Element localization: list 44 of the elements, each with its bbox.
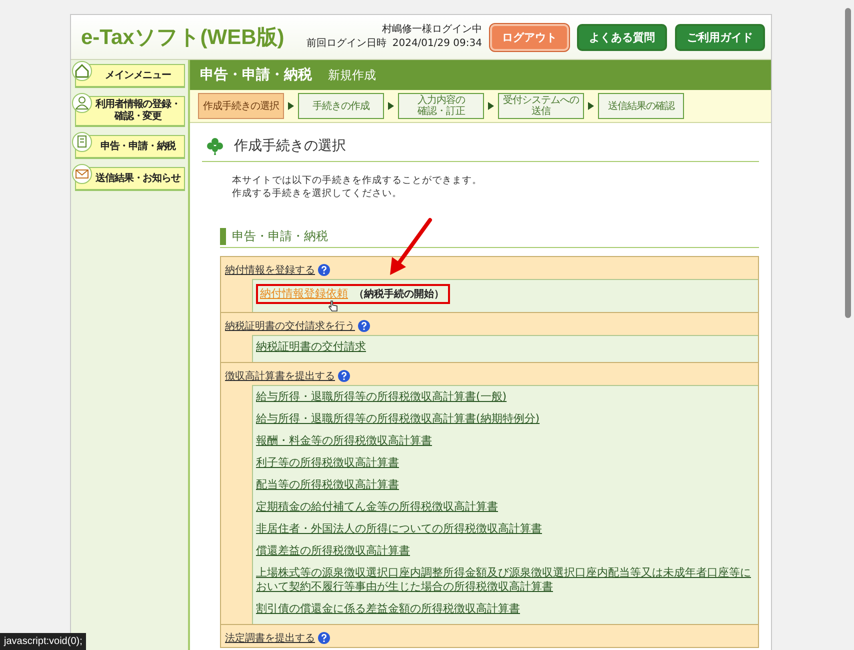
- page-title: 申告・申請・納税: [200, 66, 312, 84]
- procedure-link[interactable]: 配当等の所得税徴収高計算書: [256, 478, 399, 492]
- sidebar-menu-button[interactable]: 申告・申請・納税: [75, 135, 185, 159]
- sidebar-menu-button[interactable]: メインメニュー: [75, 64, 185, 88]
- progress-step: 入力内容の 確認・訂正: [398, 93, 484, 119]
- section-title: 作成手続きの選択: [234, 137, 346, 155]
- procedure-group-link[interactable]: 法定調書を提出する: [225, 631, 315, 645]
- clover-icon: [206, 137, 224, 155]
- sidebar-menu-button[interactable]: 送信結果・お知らせ: [75, 167, 185, 191]
- procedure-group-link[interactable]: 納税証明書の交付請求を行う: [225, 319, 355, 333]
- site-logo: e-Taxソフト(WEB版): [81, 25, 284, 51]
- category-heading: 申告・申請・納税: [220, 228, 328, 245]
- help-icon[interactable]: [338, 370, 350, 382]
- header-nav-button[interactable]: ご利用ガイド: [675, 24, 765, 50]
- last-login-time: 2024/01/29 09:34: [392, 37, 482, 51]
- progress-step: 作成手続きの選択: [198, 93, 284, 119]
- procedure-link[interactable]: 利子等の所得税徴収高計算書: [256, 456, 399, 470]
- header-nav-button[interactable]: よくある質問: [577, 24, 667, 50]
- procedure-link[interactable]: 報酬・料金等の所得税徴収高計算書: [256, 434, 432, 448]
- sidebar-menu-button[interactable]: 利用者情報の登録・確認・変更: [75, 96, 185, 127]
- procedure-link[interactable]: 上場株式等の源泉徴収選択口座内調整所得金額及び源泉徴収選択口座内配当等又は未成年者口座等において契約不履行等事由が生じた場合の所得税徴収高計算書: [256, 566, 754, 594]
- progress-step: 手続きの作成: [298, 93, 384, 119]
- help-icon[interactable]: [318, 632, 330, 644]
- procedure-group-link[interactable]: 納付情報を登録する: [225, 263, 315, 277]
- last-login-label: 前回ログイン日時: [306, 37, 386, 51]
- help-icon[interactable]: [318, 264, 330, 276]
- procedure-link[interactable]: 給与所得・退職所得等の所得税徴収高計算書(納期特例分): [256, 412, 540, 426]
- status-url: javascript:void(0);: [0, 633, 86, 650]
- progress-step: 受付システムへの 送信: [498, 93, 584, 119]
- procedure-link[interactable]: 納税証明書の交付請求: [256, 340, 366, 354]
- procedure-link[interactable]: 定期積金の給付補てん金等の所得税徴収高計算書: [256, 500, 498, 514]
- procedure-link[interactable]: 給与所得・退職所得等の所得税徴収高計算書(一般): [256, 390, 507, 404]
- procedure-link[interactable]: 償還差益の所得税徴収高計算書: [256, 544, 410, 558]
- help-icon[interactable]: [358, 320, 370, 332]
- hand-cursor-icon: [328, 300, 338, 312]
- login-user: 村嶋修一様ログイン中: [381, 23, 482, 37]
- procedure-link[interactable]: 割引債の償還金に係る差益金額の所得税徴収高計算書: [256, 602, 520, 616]
- page-subtitle: 新規作成: [328, 66, 376, 84]
- intro-text: 作成する手続きを選択してください。: [232, 187, 403, 200]
- intro-text: 本サイトでは以下の手続きを作成することができます。: [232, 174, 483, 187]
- procedure-group-link[interactable]: 徴収高計算書を提出する: [225, 369, 335, 383]
- progress-step: 送信結果の確認: [598, 93, 684, 119]
- link-note: （納税手続の開始）: [354, 288, 444, 301]
- procedure-link[interactable]: 非居住者・外国法人の所得についての所得税徴収高計算書: [256, 522, 542, 536]
